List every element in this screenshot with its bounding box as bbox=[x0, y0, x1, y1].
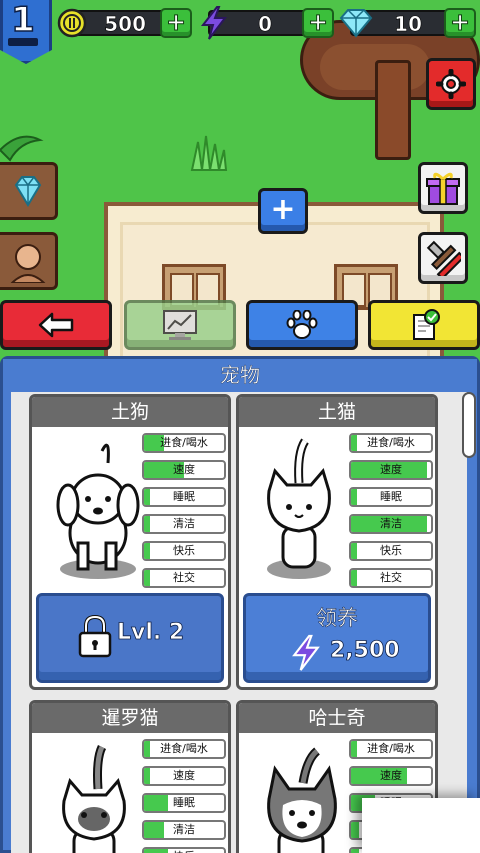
lightning-icon bbox=[196, 5, 232, 41]
notebook-check-icon bbox=[413, 309, 440, 340]
stat-bar: 清洁 bbox=[349, 514, 433, 534]
add-room-button[interactable]: + bbox=[258, 188, 308, 234]
pet-card-dog[interactable]: 土狗 进食/喝水 速度 睡眠 清洁 快乐 社交 Lvl. 2 bbox=[29, 394, 231, 690]
stat-bar: 速度 bbox=[142, 766, 226, 786]
stat-bar: 快乐 bbox=[142, 847, 226, 853]
diamond-icon bbox=[338, 5, 374, 41]
stats-button[interactable] bbox=[124, 300, 236, 350]
top-hud: 1 500 + 0 + 10 + bbox=[0, 0, 480, 64]
settings-button[interactable] bbox=[426, 58, 476, 110]
stat-bar: 快乐 bbox=[349, 541, 433, 561]
pet-name: 哈士奇 bbox=[239, 703, 435, 733]
pets-panel: 宠物 土狗 进食/喝水 速度 睡眠 清洁 快乐 社交 Lvl. 2 土猫 进食/… bbox=[0, 356, 480, 853]
add-gems-button[interactable]: + bbox=[444, 8, 476, 38]
pets-list[interactable]: 土狗 进食/喝水 速度 睡眠 清洁 快乐 社交 Lvl. 2 土猫 进食/喝水 … bbox=[11, 392, 467, 853]
gift-button[interactable] bbox=[418, 162, 468, 214]
computer-chart-icon bbox=[163, 310, 197, 340]
pet-card-cat[interactable]: 土猫 进食/喝水 速度 睡眠 清洁 快乐 社交 领养 2,500 bbox=[236, 394, 438, 690]
xp-bar bbox=[8, 38, 38, 46]
stat-bar: 进食/喝水 bbox=[349, 433, 433, 453]
hammer-ruler-icon bbox=[426, 240, 461, 276]
tasks-button[interactable] bbox=[368, 300, 480, 350]
level-number: 1 bbox=[10, 0, 35, 41]
gear-icon bbox=[436, 69, 466, 99]
character-avatar-icon bbox=[10, 244, 45, 283]
pets-button[interactable] bbox=[246, 300, 358, 350]
pet-stats: 进食/喝水 速度 睡眠 清洁 快乐 社交 bbox=[142, 433, 226, 595]
stat-bar: 进食/喝水 bbox=[142, 433, 226, 453]
lightning-icon bbox=[292, 634, 320, 671]
pet-name: 土狗 bbox=[32, 397, 228, 427]
diamond-icon bbox=[14, 176, 41, 207]
panel-scrollbar[interactable] bbox=[462, 392, 476, 458]
pet-name: 暹罗猫 bbox=[32, 703, 228, 733]
grass-tuft bbox=[190, 135, 228, 171]
stat-bar: 速度 bbox=[349, 460, 433, 480]
gift-icon bbox=[426, 172, 460, 205]
stat-bar: 清洁 bbox=[142, 820, 226, 840]
coin-icon bbox=[54, 5, 90, 41]
stat-bar: 速度 bbox=[349, 766, 433, 786]
stat-bar: 进食/喝水 bbox=[142, 739, 226, 759]
pet-name: 土猫 bbox=[239, 397, 435, 427]
adopt-button[interactable]: 领养 2,500 bbox=[243, 593, 431, 683]
lock-icon bbox=[78, 614, 112, 658]
locked-pet-button[interactable]: Lvl. 2 bbox=[36, 593, 224, 683]
gems-value: 10 bbox=[394, 12, 422, 37]
corner-overlay bbox=[362, 798, 480, 853]
pet-stats: 进食/喝水 速度 睡眠 清洁 快乐 社交 bbox=[349, 433, 433, 595]
back-button[interactable] bbox=[0, 300, 112, 350]
stat-bar: 进食/喝水 bbox=[349, 739, 433, 759]
adopt-price: 2,500 bbox=[330, 638, 400, 664]
stat-bar: 快乐 bbox=[142, 541, 226, 561]
character-card[interactable] bbox=[0, 232, 58, 290]
arrow-left-icon bbox=[38, 312, 74, 338]
add-coins-button[interactable]: + bbox=[160, 8, 192, 38]
coins-value: 500 bbox=[104, 12, 146, 37]
stat-bar: 速度 bbox=[142, 460, 226, 480]
stat-bar: 社交 bbox=[349, 568, 433, 588]
pet-stats: 进食/喝水 速度 睡眠 清洁 快乐 bbox=[142, 739, 226, 853]
paw-icon bbox=[286, 310, 318, 339]
adopt-label: 领养 bbox=[316, 606, 359, 631]
stat-bar: 社交 bbox=[142, 568, 226, 588]
panel-title: 宠物 bbox=[3, 359, 477, 391]
stat-bar: 睡眠 bbox=[142, 487, 226, 507]
add-energy-button[interactable]: + bbox=[302, 8, 334, 38]
stat-bar: 睡眠 bbox=[142, 793, 226, 813]
diamond-offer-card[interactable] bbox=[0, 162, 58, 220]
build-tools-button[interactable] bbox=[418, 232, 468, 284]
tree-trunk bbox=[375, 60, 411, 160]
pet-card-siamese[interactable]: 暹罗猫 进食/喝水 速度 睡眠 清洁 快乐 bbox=[29, 700, 231, 853]
unlock-level-label: Lvl. 2 bbox=[117, 620, 185, 646]
energy-value: 0 bbox=[258, 12, 273, 37]
stat-bar: 清洁 bbox=[142, 514, 226, 534]
stat-bar: 睡眠 bbox=[349, 487, 433, 507]
